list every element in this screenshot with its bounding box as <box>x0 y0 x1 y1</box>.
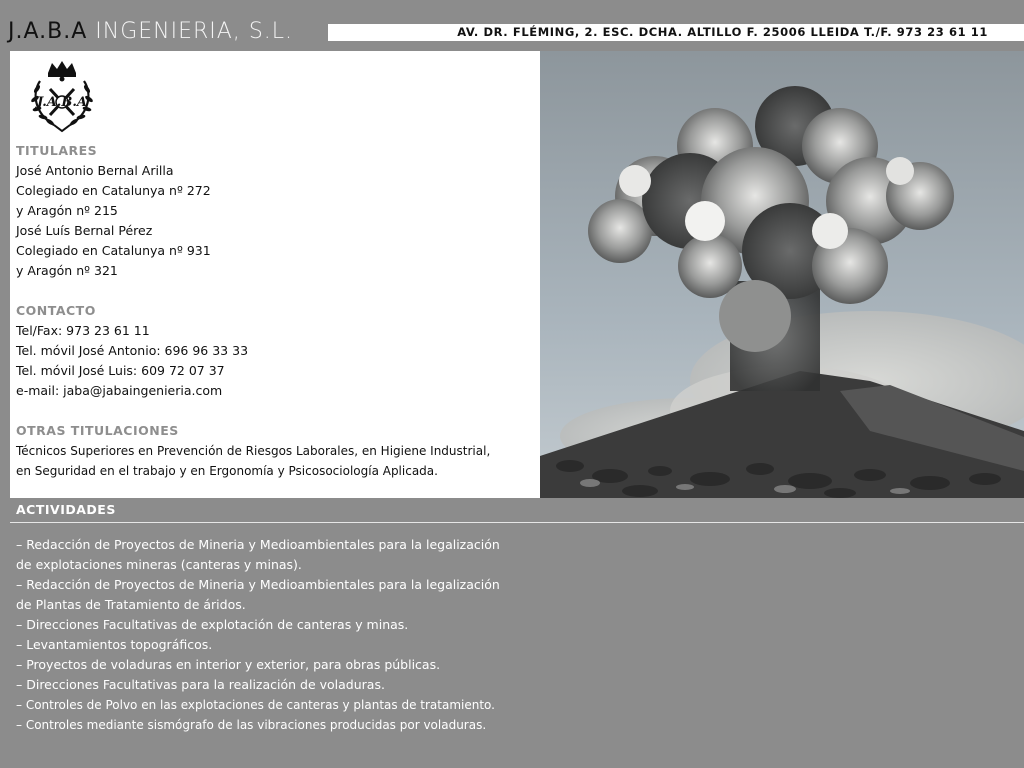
actividad-item: – Controles mediante sismógrafo de las v… <box>16 718 487 732</box>
actividad-item: – Redacción de Proyectos de Mineria y Me… <box>16 537 500 552</box>
contact-mobile-jose-antonio: Tel. móvil José Antonio: 696 96 33 33 <box>16 343 249 358</box>
info-text: TITULARES José Antonio Bernal Arilla Col… <box>16 141 536 481</box>
titular-detail: Colegiado en Catalunya nº 931 <box>16 243 211 258</box>
titular-name-1: José Antonio Bernal Arilla <box>16 163 174 178</box>
titular-detail: Colegiado en Catalunya nº 272 <box>16 183 211 198</box>
brand-company: INGENIERIA, S.L. <box>95 19 294 44</box>
actividad-item: – Controles de Polvo en las explotacione… <box>16 698 495 712</box>
actividad-item: – Levantamientos topográficos. <box>16 637 213 652</box>
actividad-item: de explotaciones mineras (canteras y min… <box>16 557 302 572</box>
titulares-heading: TITULARES <box>16 143 98 158</box>
actividades-list: – Redacción de Proyectos de Mineria y Me… <box>16 535 576 735</box>
otras-line: Técnicos Superiores en Prevención de Rie… <box>16 444 491 458</box>
actividad-item: de Plantas de Tratamiento de áridos. <box>16 597 246 612</box>
titular-detail: y Aragón nº 321 <box>16 263 118 278</box>
titular-detail: y Aragón nº 215 <box>16 203 118 218</box>
contact-phone-fax: Tel/Fax: 973 23 61 11 <box>16 323 150 338</box>
info-panel: J.A.B.A TITULARES José Antonio Bernal Ar… <box>10 51 540 498</box>
titular-name-2: José Luís Bernal Pérez <box>16 223 153 238</box>
otras-heading: OTRAS TITULACIONES <box>16 423 179 438</box>
otras-line: en Seguridad en el trabajo y en Ergonomí… <box>16 464 438 478</box>
contact-email: e-mail: jaba@jabaingenieria.com <box>16 383 223 398</box>
site-brand: J.A.B.A INGENIERIA, S.L. <box>8 18 293 46</box>
actividades-heading: ACTIVIDADES <box>16 502 116 517</box>
actividad-item: – Proyectos de voladuras en interior y e… <box>16 657 441 672</box>
actividad-item: – Direcciones Facultativas para la reali… <box>16 677 385 692</box>
contacto-heading: CONTACTO <box>16 303 96 318</box>
brand-initials: J.A.B.A <box>8 19 88 44</box>
eruption-photo-icon <box>540 51 1024 498</box>
section-divider <box>10 522 1024 523</box>
actividad-item: – Direcciones Facultativas de explotació… <box>16 617 409 632</box>
address-bar: AV. DR. FLÉMING, 2. ESC. DCHA. ALTILLO F… <box>328 24 1024 41</box>
actividad-item: – Redacción de Proyectos de Mineria y Me… <box>16 577 500 592</box>
contact-mobile-jose-luis: Tel. móvil José Luis: 609 72 07 37 <box>16 363 225 378</box>
svg-text:J.A.B.A: J.A.B.A <box>34 95 87 110</box>
crest-logo-icon: J.A.B.A <box>31 61 93 133</box>
